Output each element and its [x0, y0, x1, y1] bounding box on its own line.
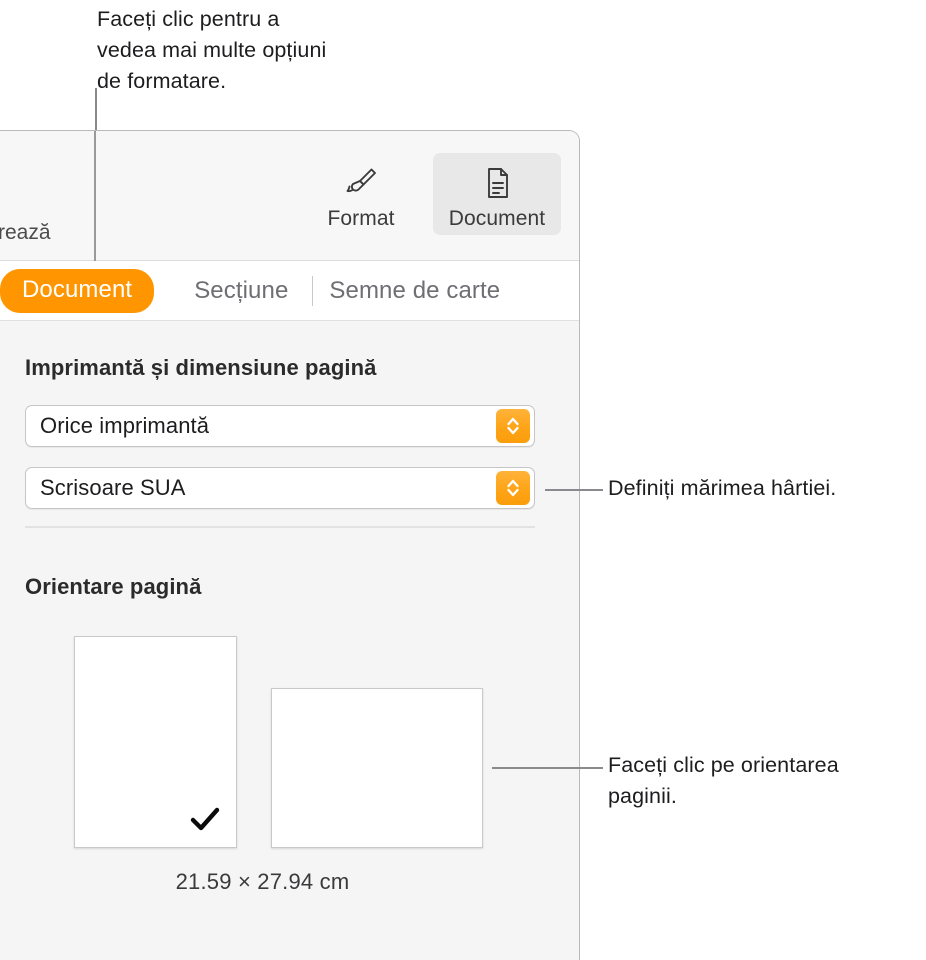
inspector-tab-strip: Document Secțiune Semne de carte — [0, 261, 579, 321]
document-page-icon — [433, 161, 561, 205]
checkmark-icon — [188, 803, 222, 837]
page-dimensions-label: 21.59 × 27.94 cm — [0, 869, 535, 895]
section-title-printer: Imprimantă și dimensiune pagină — [25, 355, 377, 381]
tab-document[interactable]: Document — [0, 269, 154, 313]
toolbar-truncated-label: rează — [0, 221, 51, 245]
leader-line-paper-size — [545, 489, 603, 491]
inspector-toolbar: rează Format — [0, 131, 579, 261]
tab-semne-de-carte[interactable]: Semne de carte — [319, 277, 510, 305]
leader-line-orientation — [492, 767, 603, 769]
tab-sectiune[interactable]: Secțiune — [184, 277, 298, 305]
callout-format-text: Faceți clic pentru a vedea mai multe opț… — [97, 4, 447, 97]
toolbar-button-document[interactable]: Document — [433, 153, 561, 235]
toolbar-button-document-label: Document — [433, 207, 561, 231]
orientation-option-landscape[interactable] — [271, 688, 483, 848]
up-down-chevron-icon[interactable] — [496, 471, 530, 505]
up-down-chevron-icon[interactable] — [496, 409, 530, 443]
callout-paper-size-text: Definiți mărimea hârtiei. — [608, 473, 920, 504]
printer-popup-button[interactable]: Orice imprimantă — [25, 405, 535, 447]
paper-size-popup-button[interactable]: Scrisoare SUA — [25, 467, 535, 509]
toolbar-button-format[interactable]: Format — [297, 153, 425, 235]
orientation-option-portrait[interactable] — [74, 636, 237, 848]
paper-size-popup-value: Scrisoare SUA — [40, 475, 186, 501]
section-title-orientation: Orientare pagină — [25, 574, 201, 600]
paintbrush-icon — [297, 161, 425, 205]
document-inspector-panel: rează Format — [0, 130, 580, 960]
printer-popup-value: Orice imprimantă — [40, 413, 209, 439]
toolbar-item-group: Format Document — [297, 153, 561, 235]
callout-orientation-text: Faceți clic pe orientarea paginii. — [608, 750, 926, 812]
inspector-body: Imprimantă și dimensiune pagină Orice im… — [0, 321, 579, 960]
toolbar-button-format-label: Format — [297, 207, 425, 231]
tab-separator — [312, 276, 313, 306]
toolbar-divider — [94, 131, 96, 261]
section-divider — [25, 526, 535, 528]
